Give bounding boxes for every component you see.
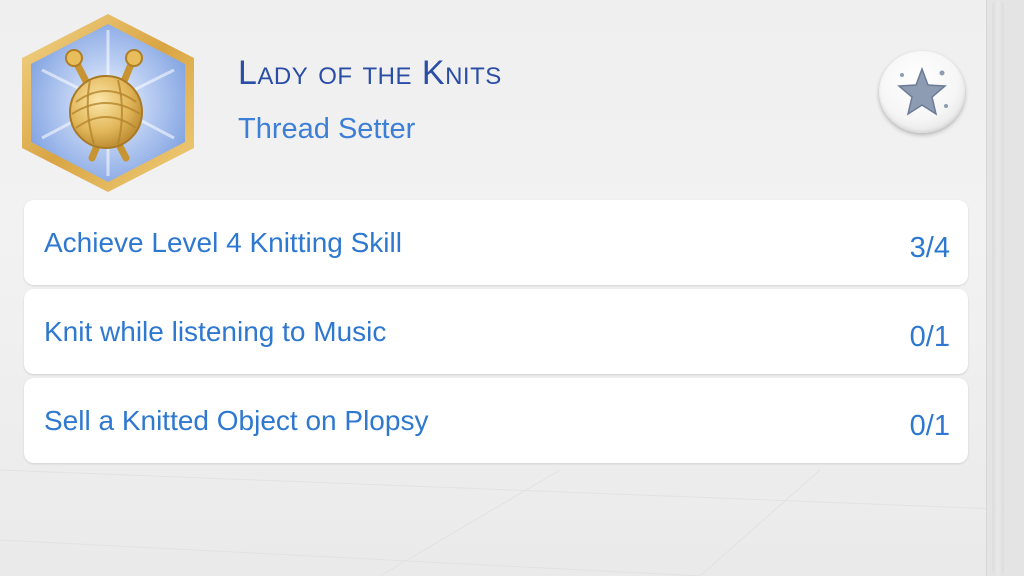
goal-progress: 0/1 [909, 321, 950, 353]
goal-label: Sell a Knitted Object on Plopsy [44, 405, 429, 436]
yarn-ball-knitting-needles-icon [22, 14, 194, 192]
goal-label: Achieve Level 4 Knitting Skill [44, 227, 402, 258]
goal-progress: 0/1 [909, 410, 950, 442]
star-icon [897, 66, 948, 116]
goal-row-knitting-skill[interactable]: Achieve Level 4 Knitting Skill 3/4 [24, 200, 968, 285]
goal-label: Knit while listening to Music [44, 316, 387, 347]
aspiration-subtitle: Thread Setter [238, 113, 416, 145]
scrollbar-thumb[interactable] [992, 0, 1004, 576]
goal-list: Achieve Level 4 Knitting Skill 3/4 Knit … [24, 200, 968, 467]
aspiration-title: Lady of the Knits [238, 54, 502, 92]
favorite-aspiration-button[interactable] [879, 51, 965, 133]
goal-row-knit-music[interactable]: Knit while listening to Music 0/1 [24, 289, 968, 374]
goal-progress: 3/4 [909, 232, 950, 264]
goal-row-sell-plopsy[interactable]: Sell a Knitted Object on Plopsy 0/1 [24, 378, 968, 463]
